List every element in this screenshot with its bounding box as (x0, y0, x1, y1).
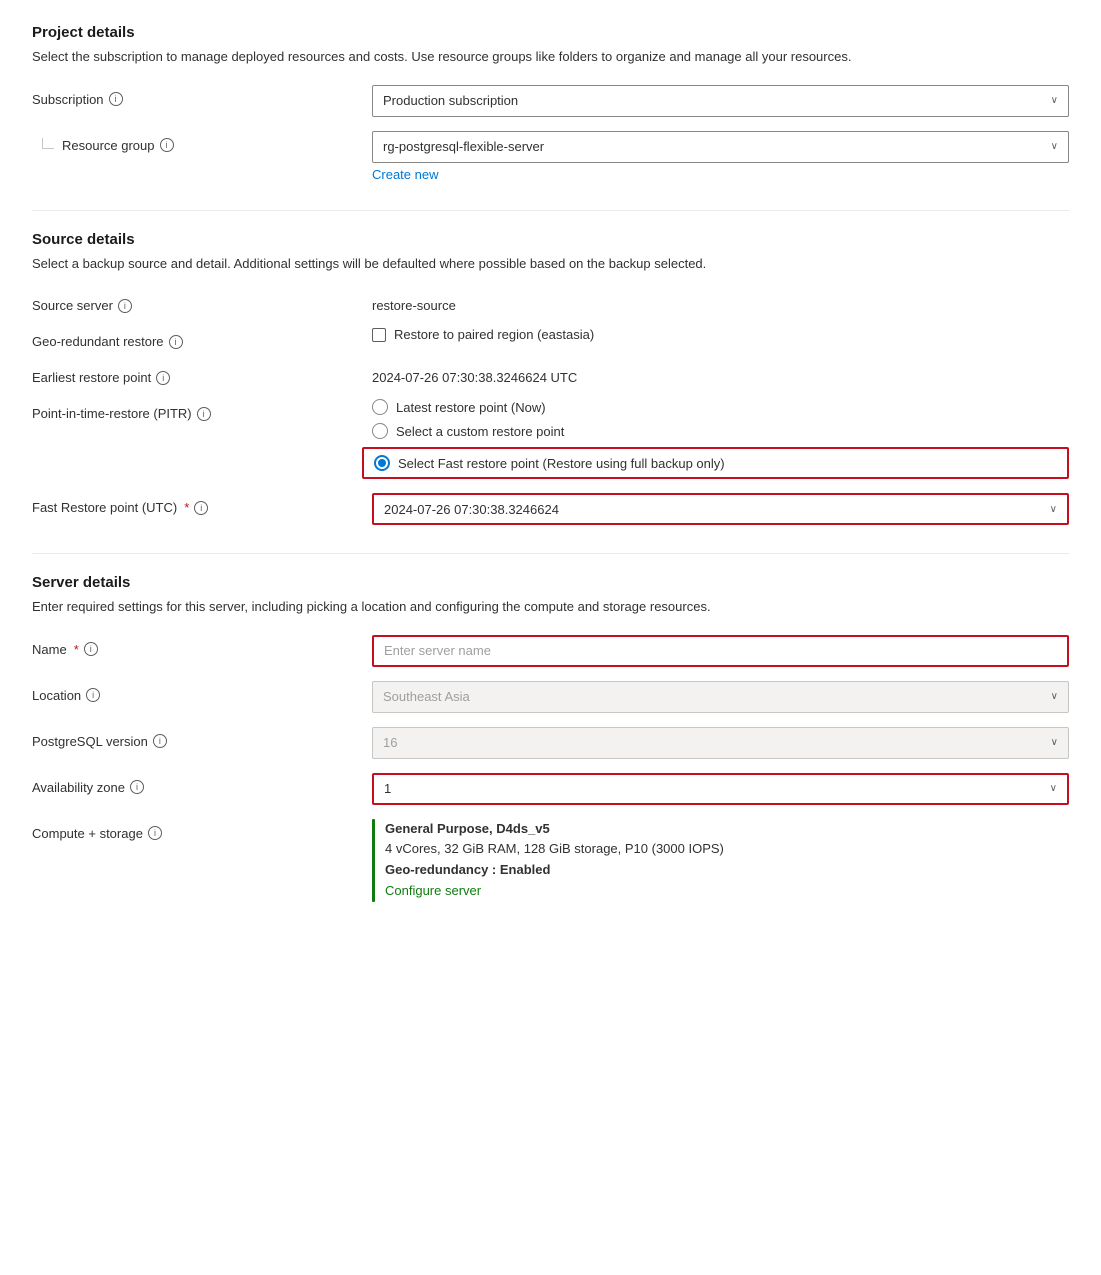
project-details-title: Project details (32, 24, 1069, 41)
source-server-value: restore-source (372, 291, 1069, 313)
compute-storage-value: General Purpose, D4ds_v5 4 vCores, 32 Gi… (385, 819, 724, 902)
compute-green-accent (372, 819, 375, 902)
postgresql-version-control: 16 ∨ (372, 727, 1069, 759)
availability-zone-dropdown[interactable]: 1 ∨ (372, 773, 1069, 805)
pitr-row: Point-in-time-restore (PITR) i Latest re… (32, 399, 1069, 479)
source-server-info-icon[interactable]: i (118, 299, 132, 313)
postgresql-version-dropdown-arrow: ∨ (1051, 737, 1058, 748)
pitr-label: Point-in-time-restore (PITR) i (32, 399, 372, 421)
server-name-row: Name * i (32, 635, 1069, 667)
fast-restore-row: Fast Restore point (UTC) * i 2024-07-26 … (32, 493, 1069, 525)
compute-storage-row: Compute + storage i General Purpose, D4d… (32, 819, 1069, 902)
fast-restore-control: 2024-07-26 07:30:38.3246624 ∨ (372, 493, 1069, 525)
divider-2 (32, 553, 1069, 554)
server-details-description: Enter required settings for this server,… (32, 597, 1069, 617)
resource-group-dropdown[interactable]: rg-postgresql-flexible-server ∨ (372, 131, 1069, 163)
fast-restore-dropdown[interactable]: 2024-07-26 07:30:38.3246624 ∨ (372, 493, 1069, 525)
source-details-title: Source details (32, 231, 1069, 248)
resource-group-control: rg-postgresql-flexible-server ∨ Create n… (372, 131, 1069, 182)
project-details-description: Select the subscription to manage deploy… (32, 47, 1069, 67)
resource-group-label-container: Resource group i (32, 131, 372, 153)
source-details-description: Select a backup source and detail. Addit… (32, 254, 1069, 274)
fast-restore-label: Fast Restore point (UTC) * i (32, 493, 372, 515)
availability-zone-info-icon[interactable]: i (130, 780, 144, 794)
pitr-option2-row: Select a custom restore point (372, 423, 1069, 439)
availability-zone-control: 1 ∨ (372, 773, 1069, 805)
source-details-section: Source details Select a backup source an… (32, 231, 1069, 526)
subscription-label: Subscription i (32, 85, 372, 107)
postgresql-version-label: PostgreSQL version i (32, 727, 372, 749)
geo-redundant-label: Geo-redundant restore i (32, 327, 372, 349)
pitr-control: Latest restore point (Now) Select a cust… (372, 399, 1069, 479)
fast-restore-dropdown-arrow: ∨ (1050, 504, 1057, 515)
earliest-restore-info-icon[interactable]: i (156, 371, 170, 385)
availability-zone-dropdown-arrow: ∨ (1050, 783, 1057, 794)
project-details-section: Project details Select the subscription … (32, 24, 1069, 182)
postgresql-version-row: PostgreSQL version i 16 ∨ (32, 727, 1069, 759)
location-control: Southeast Asia ∨ (372, 681, 1069, 713)
compute-storage-control: General Purpose, D4ds_v5 4 vCores, 32 Gi… (372, 819, 1069, 902)
pitr-radio-1[interactable] (372, 399, 388, 415)
earliest-restore-value: 2024-07-26 07:30:38.3246624 UTC (372, 363, 1069, 385)
earliest-restore-label: Earliest restore point i (32, 363, 372, 385)
geo-redundant-control: Restore to paired region (eastasia) (372, 327, 1069, 342)
pitr-radio-2[interactable] (372, 423, 388, 439)
pitr-info-icon[interactable]: i (197, 407, 211, 421)
resource-group-row: Resource group i rg-postgresql-flexible-… (32, 131, 1069, 182)
server-details-title: Server details (32, 574, 1069, 591)
resource-group-info-icon[interactable]: i (160, 138, 174, 152)
location-dropdown-arrow: ∨ (1051, 691, 1058, 702)
fast-restore-info-icon[interactable]: i (194, 501, 208, 515)
location-info-icon[interactable]: i (86, 688, 100, 702)
geo-redundant-row: Geo-redundant restore i Restore to paire… (32, 327, 1069, 349)
compute-storage-label: Compute + storage i (32, 819, 372, 841)
create-new-link[interactable]: Create new (372, 167, 438, 182)
pitr-radio-3[interactable] (374, 455, 390, 471)
source-server-row: Source server i restore-source (32, 291, 1069, 313)
resource-group-dropdown-arrow: ∨ (1051, 141, 1058, 152)
postgresql-version-info-icon[interactable]: i (153, 734, 167, 748)
postgresql-version-dropdown[interactable]: 16 ∨ (372, 727, 1069, 759)
server-name-label: Name * i (32, 635, 372, 657)
availability-zone-row: Availability zone i 1 ∨ (32, 773, 1069, 805)
subscription-control: Production subscription ∨ (372, 85, 1069, 117)
pitr-option1-row: Latest restore point (Now) (372, 399, 1069, 415)
location-label: Location i (32, 681, 372, 703)
geo-redundant-info-icon[interactable]: i (169, 335, 183, 349)
server-name-input[interactable] (372, 635, 1069, 667)
geo-redundant-checkbox-row: Restore to paired region (eastasia) (372, 327, 1069, 342)
divider-1 (32, 210, 1069, 211)
configure-server-link[interactable]: Configure server (385, 883, 481, 898)
fast-restore-required: * (184, 500, 189, 515)
geo-redundant-checkbox[interactable] (372, 328, 386, 342)
server-name-required: * (74, 642, 79, 657)
server-name-info-icon[interactable]: i (84, 642, 98, 656)
earliest-restore-row: Earliest restore point i 2024-07-26 07:3… (32, 363, 1069, 385)
subscription-info-icon[interactable]: i (109, 92, 123, 106)
resource-group-label: Resource group (62, 138, 155, 153)
server-details-section: Server details Enter required settings f… (32, 574, 1069, 902)
pitr-option3-row: Select Fast restore point (Restore using… (362, 447, 1069, 479)
subscription-dropdown[interactable]: Production subscription ∨ (372, 85, 1069, 117)
location-row: Location i Southeast Asia ∨ (32, 681, 1069, 713)
location-dropdown[interactable]: Southeast Asia ∨ (372, 681, 1069, 713)
source-server-label: Source server i (32, 291, 372, 313)
availability-zone-label: Availability zone i (32, 773, 372, 795)
server-name-control (372, 635, 1069, 667)
subscription-row: Subscription i Production subscription ∨ (32, 85, 1069, 117)
compute-storage-info-icon[interactable]: i (148, 826, 162, 840)
pitr-radio-group: Latest restore point (Now) Select a cust… (372, 399, 1069, 479)
compute-storage-value-row: General Purpose, D4ds_v5 4 vCores, 32 Gi… (372, 819, 1069, 902)
subscription-dropdown-arrow: ∨ (1051, 95, 1058, 106)
